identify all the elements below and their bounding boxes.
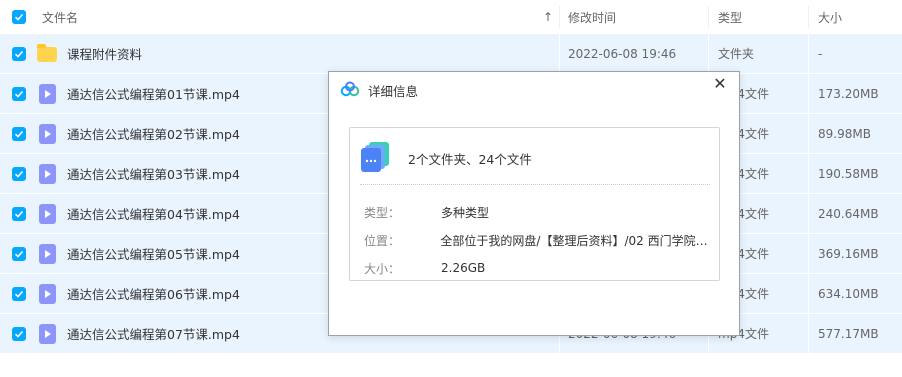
info-row-location: 位置： 全部位于我的网盘/【整理后资料】/02 西门学院/... bbox=[364, 231, 709, 249]
check-icon bbox=[14, 90, 24, 98]
cloud-logo-icon bbox=[340, 81, 360, 97]
dialog-title: 详细信息 bbox=[368, 84, 419, 99]
folder-icon bbox=[37, 44, 57, 62]
check-icon bbox=[14, 50, 24, 58]
location-label: 位置： bbox=[364, 233, 401, 248]
dialog-body: 2个文件夹、24个文件 类型： 多种类型 位置： 全部位于我的网盘/【整理后资料… bbox=[349, 127, 720, 281]
check-icon bbox=[14, 130, 24, 138]
sort-ascending-icon[interactable]: ↑ bbox=[540, 0, 556, 34]
video-icon bbox=[39, 164, 56, 184]
column-header-type[interactable]: 类型 bbox=[718, 0, 808, 34]
check-icon bbox=[14, 330, 24, 338]
check-icon bbox=[14, 290, 24, 298]
check-icon bbox=[14, 13, 24, 21]
selection-summary: 2个文件夹、24个文件 bbox=[408, 152, 532, 167]
file-size: 240.64MB bbox=[818, 206, 879, 221]
row-checkbox[interactable] bbox=[12, 47, 26, 61]
column-header-size[interactable]: 大小 bbox=[818, 0, 898, 34]
type-label: 类型： bbox=[364, 205, 401, 220]
file-type: 文件夹 bbox=[718, 47, 755, 61]
file-size: 173.20MB bbox=[818, 86, 879, 101]
file-size: 634.10MB bbox=[818, 286, 879, 301]
file-modified-time: 2022-06-08 19:46 bbox=[568, 46, 677, 61]
video-icon bbox=[39, 84, 56, 104]
info-row-size: 大小： 2.26GB bbox=[364, 259, 709, 277]
column-header-name[interactable]: 文件名 bbox=[42, 0, 542, 34]
file-list-header: 文件名 ↑ 修改时间 类型 大小 bbox=[0, 0, 902, 34]
file-row[interactable]: 课程附件资料 2022-06-08 19:46 文件夹 - bbox=[0, 34, 902, 74]
file-size: 190.58MB bbox=[818, 166, 879, 181]
location-value[interactable]: 全部位于我的网盘/【整理后资料】/02 西门学院/... bbox=[440, 232, 709, 249]
check-icon bbox=[14, 170, 24, 178]
dialog-header: 详细信息 ✕ bbox=[329, 72, 739, 108]
video-icon bbox=[39, 204, 56, 224]
row-checkbox[interactable] bbox=[12, 287, 26, 301]
size-label: 大小： bbox=[364, 261, 401, 276]
close-icon[interactable]: ✕ bbox=[711, 75, 729, 93]
video-icon bbox=[39, 324, 56, 344]
row-checkbox[interactable] bbox=[12, 327, 26, 341]
video-icon bbox=[39, 244, 56, 264]
details-dialog: 详细信息 ✕ 2个文件夹、24个文件 类型： 多种类型 位置： 全部位于我的网盘… bbox=[328, 71, 740, 336]
file-size: 89.98MB bbox=[818, 126, 871, 141]
file-size: - bbox=[818, 46, 823, 61]
type-value: 多种类型 bbox=[441, 205, 490, 220]
dialog-divider bbox=[360, 184, 710, 185]
video-icon bbox=[39, 284, 56, 304]
row-checkbox[interactable] bbox=[12, 127, 26, 141]
row-checkbox[interactable] bbox=[12, 167, 26, 181]
size-value: 2.26GB bbox=[441, 261, 486, 275]
select-all-checkbox[interactable] bbox=[12, 10, 26, 24]
info-row-type: 类型： 多种类型 bbox=[364, 203, 709, 221]
check-icon bbox=[14, 210, 24, 218]
file-name[interactable]: 课程附件资料 bbox=[67, 34, 567, 73]
row-checkbox[interactable] bbox=[12, 207, 26, 221]
video-icon bbox=[39, 124, 56, 144]
file-size: 577.17MB bbox=[818, 326, 879, 341]
multiple-files-icon bbox=[361, 142, 389, 172]
row-checkbox[interactable] bbox=[12, 247, 26, 261]
row-checkbox[interactable] bbox=[12, 87, 26, 101]
column-header-time[interactable]: 修改时间 bbox=[568, 0, 708, 34]
file-size: 369.16MB bbox=[818, 246, 879, 261]
check-icon bbox=[14, 250, 24, 258]
